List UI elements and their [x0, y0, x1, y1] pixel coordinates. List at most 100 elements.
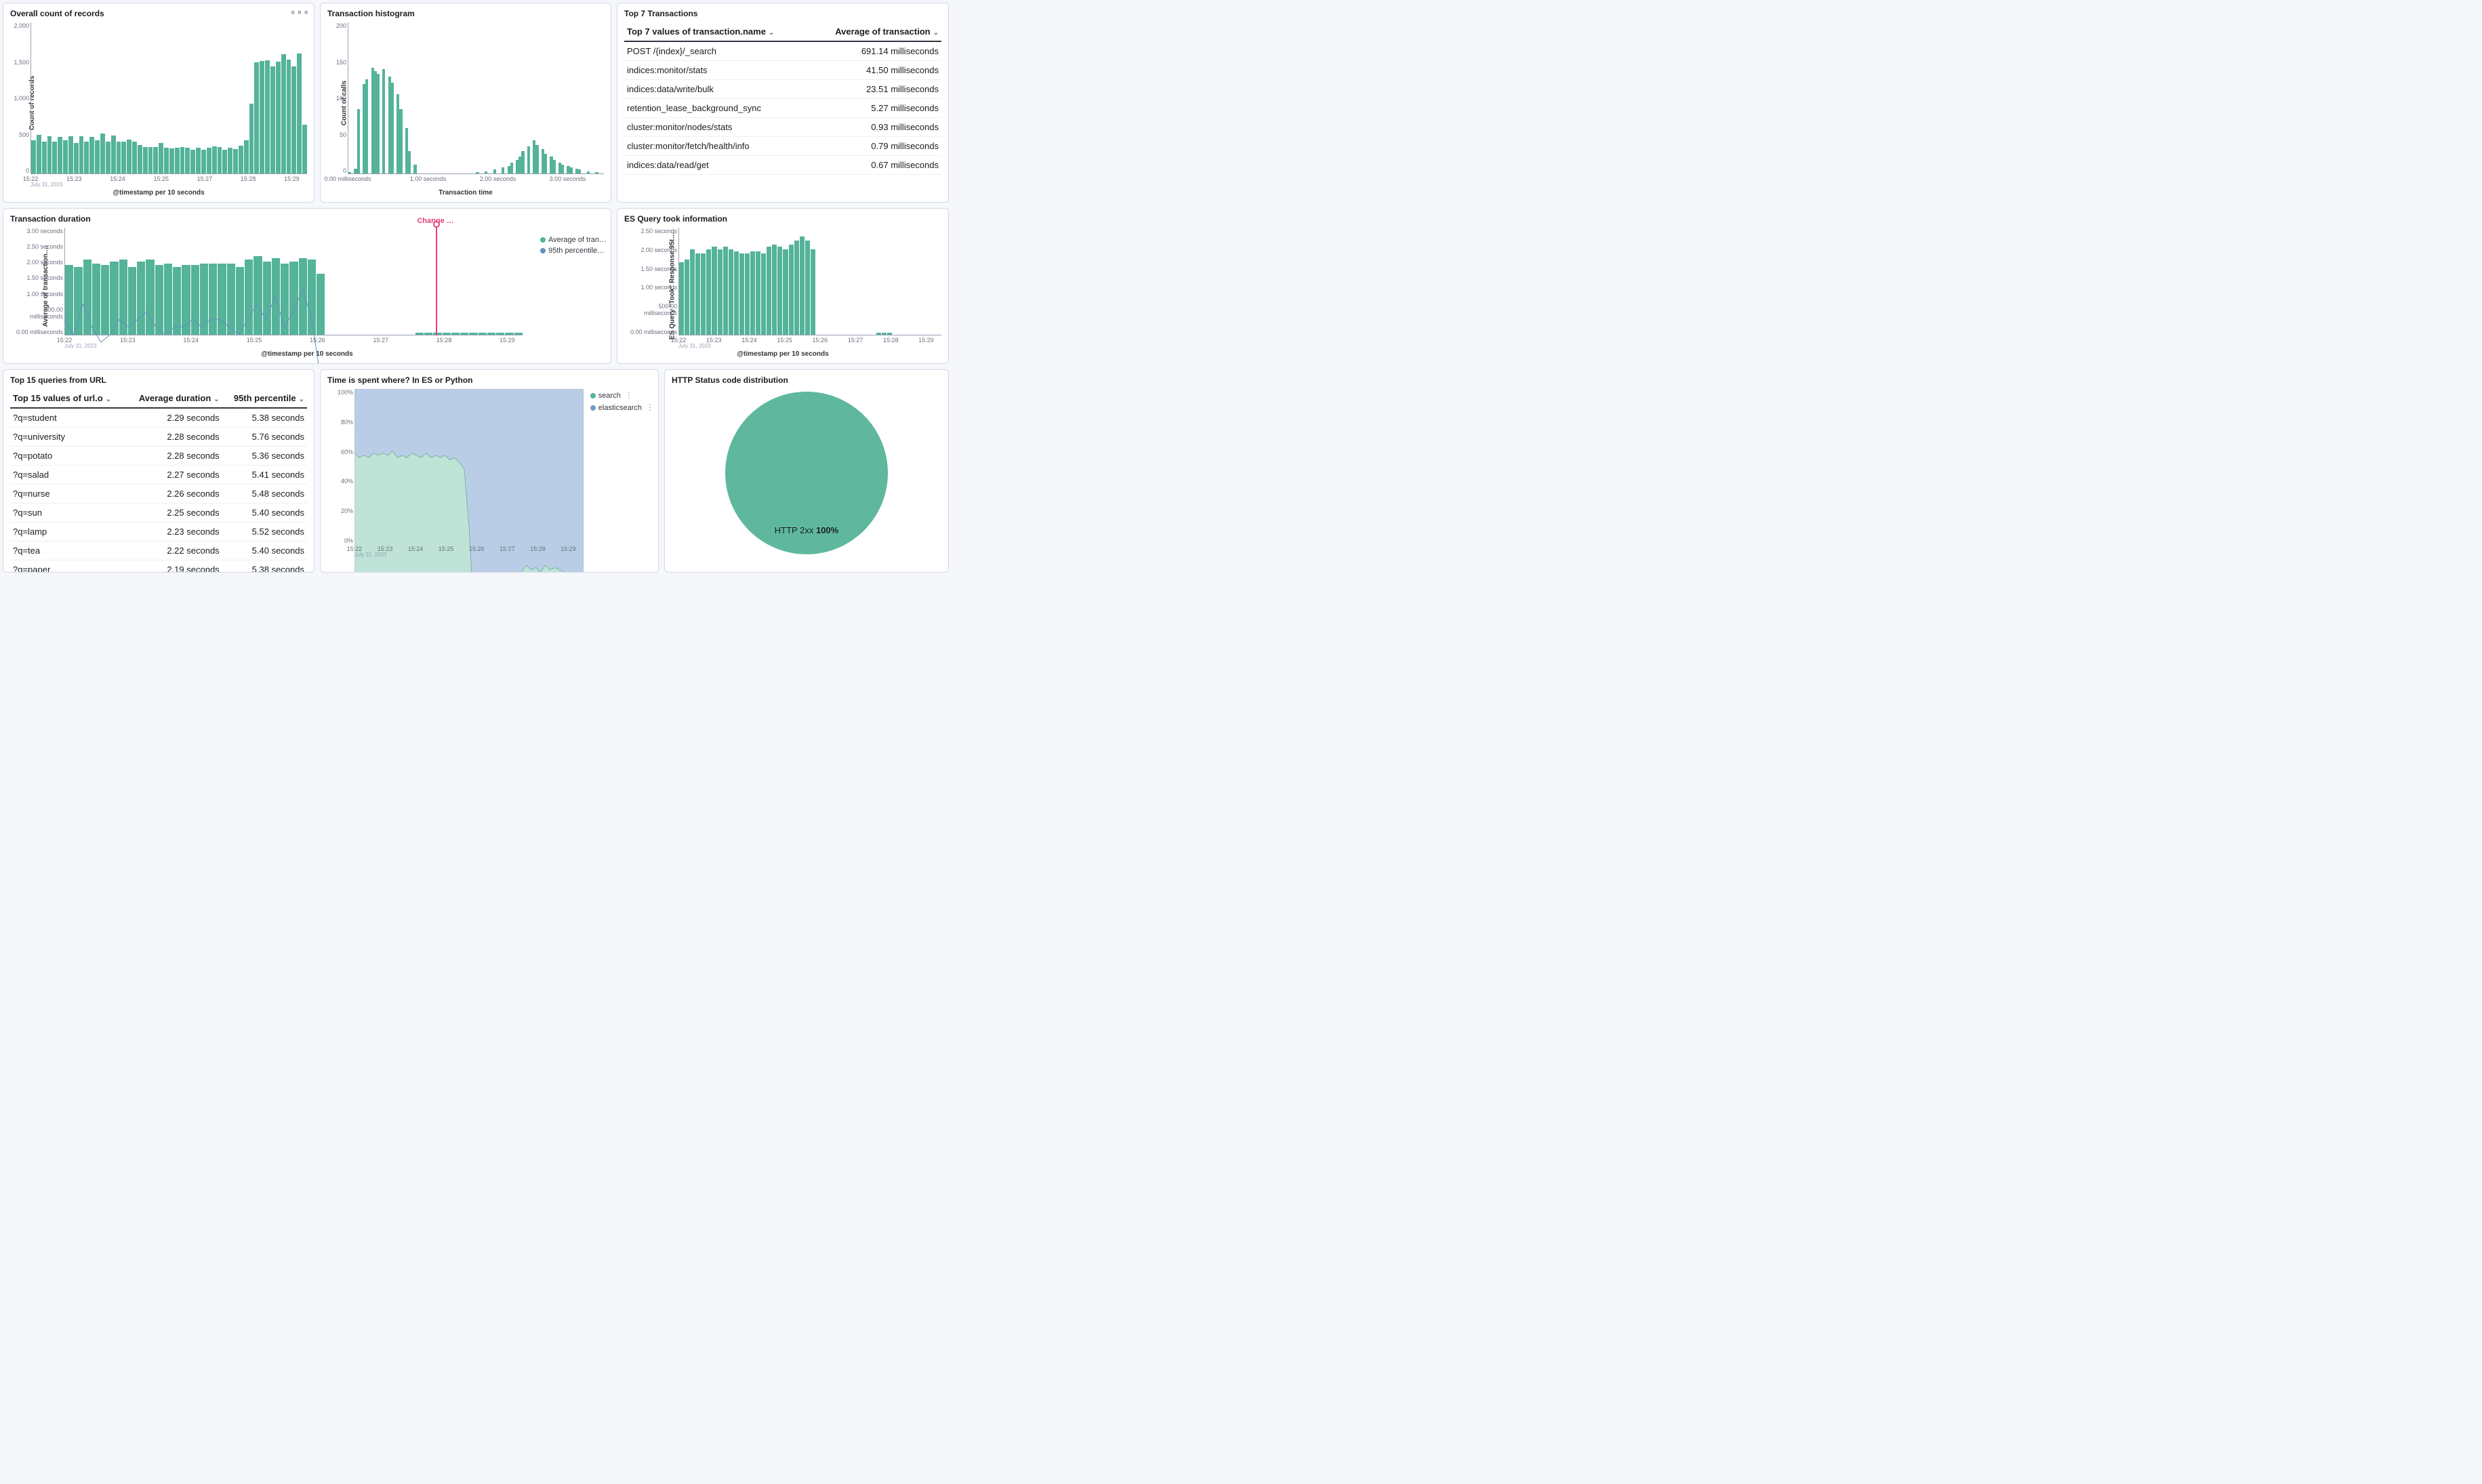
tick: 15:24 [183, 337, 199, 348]
col-transaction-name[interactable]: Top 7 values of transaction.name⌄ [624, 22, 809, 41]
table-row[interactable]: ?q=potato2.28 seconds5.36 seconds [10, 447, 307, 466]
x-axis-label: @timestamp per 10 seconds [624, 350, 941, 358]
bar [561, 165, 564, 173]
table-row[interactable]: ?q=student2.29 seconds5.38 seconds [10, 408, 307, 428]
bar [127, 140, 131, 173]
col-avg-duration[interactable]: Average duration⌄ [126, 389, 222, 408]
top15-panel: Top 15 queries from URL Top 15 values of… [3, 369, 314, 573]
bar [382, 69, 385, 173]
col-avg-transaction[interactable]: Average of transaction⌄ [809, 22, 941, 41]
tick: 40% [330, 478, 353, 485]
bar [510, 163, 513, 173]
duration-chart[interactable]: 3.00 seconds2.50 seconds2.00 seconds1.50… [64, 228, 523, 348]
bar [84, 142, 89, 173]
bar [712, 247, 716, 335]
panel-menu-icon[interactable]: ∘∘∘ [290, 6, 310, 18]
tick: 1,000 [12, 95, 29, 102]
panel-title: HTTP Status code distribution [672, 375, 941, 385]
col-95th[interactable]: 95th percentile⌄ [222, 389, 307, 408]
tick: 15:23 [120, 337, 136, 348]
http-pie[interactable]: HTTP 2xx 100% [725, 392, 888, 554]
table-row[interactable]: indices:data/read/get0.67 milliseconds [624, 156, 941, 175]
tick: 15:29 [918, 337, 934, 348]
bar [281, 54, 286, 173]
bar [47, 136, 52, 173]
cell: ?q=potato [10, 447, 126, 466]
bar [767, 247, 771, 335]
top7-panel: Top 7 Transactions Top 7 values of trans… [617, 3, 949, 203]
col-url[interactable]: Top 15 values of url.o⌄ [10, 389, 126, 408]
tick: 80% [330, 419, 353, 426]
bar [553, 160, 556, 173]
bar [729, 249, 733, 335]
table-row[interactable]: ?q=tea2.22 seconds5.40 seconds [10, 541, 307, 560]
table-row[interactable]: retention_lease_background_sync5.27 mill… [624, 99, 941, 118]
cell: ?q=paper [10, 560, 126, 573]
bar [348, 172, 351, 173]
table-row[interactable]: cluster:monitor/fetch/health/info0.79 mi… [624, 137, 941, 156]
cell: 2.27 seconds [126, 466, 222, 485]
bar [153, 147, 158, 173]
cell: ?q=salad [10, 466, 126, 485]
table-row[interactable]: ?q=nurse2.26 seconds5.48 seconds [10, 485, 307, 503]
cell: ?q=sun [10, 503, 126, 522]
histogram-panel: Transaction histogram Count of calls 200… [320, 3, 611, 203]
cell: 23.51 milliseconds [809, 80, 941, 99]
legend-menu-icon[interactable]: ⋮ [625, 390, 633, 400]
bar [249, 104, 254, 173]
legend-item[interactable]: elasticsearch⋮ [590, 403, 654, 412]
bar [502, 167, 504, 173]
table-row[interactable]: POST /{index}/_search691.14 milliseconds [624, 41, 941, 61]
panel-title: ES Query took information [624, 214, 941, 224]
cell: ?q=nurse [10, 485, 126, 503]
table-row[interactable]: ?q=salad2.27 seconds5.41 seconds [10, 466, 307, 485]
bar [690, 249, 695, 335]
tick: 1.00 seconds [626, 284, 677, 291]
table-row[interactable]: ?q=sun2.25 seconds5.40 seconds [10, 503, 307, 522]
http-panel: HTTP Status code distribution HTTP 2xx 1… [664, 369, 949, 573]
date-note: July 31, 2023 [354, 552, 387, 558]
bar [37, 135, 41, 173]
legend-item[interactable]: 95th percentile… [540, 247, 607, 255]
table-row[interactable]: indices:data/write/bulk23.51 millisecond… [624, 80, 941, 99]
table-row[interactable]: ?q=paper2.19 seconds5.38 seconds [10, 560, 307, 573]
bar [783, 249, 788, 335]
bar [718, 249, 723, 335]
bar [485, 171, 487, 173]
bar [270, 66, 275, 173]
tick: 15:25 [247, 337, 262, 348]
bar [42, 142, 47, 173]
panel-title: Top 7 Transactions [624, 9, 941, 18]
timespent-chart[interactable]: 100%80%60%40%20%0% 15:2215:2315:2415:251… [354, 389, 584, 556]
cell: 2.22 seconds [126, 541, 222, 560]
histogram-chart[interactable]: 200150100500 0.00 milliseconds1.00 secon… [348, 22, 604, 186]
cell: cluster:monitor/fetch/health/info [624, 137, 809, 156]
bar [95, 140, 100, 173]
tick: 150 [329, 59, 346, 66]
bar [695, 253, 700, 335]
bar [265, 60, 270, 173]
table-row[interactable]: cluster:monitor/nodes/stats0.93 millisec… [624, 118, 941, 137]
bar [679, 262, 684, 335]
bar [164, 148, 169, 173]
bar [811, 249, 815, 335]
records-chart[interactable]: 2,0001,5001,0005000 15:2215:2315:2415:25… [30, 22, 307, 186]
table-row[interactable]: ?q=lamp2.23 seconds5.52 seconds [10, 522, 307, 541]
table-row[interactable]: ?q=university2.28 seconds5.76 seconds [10, 428, 307, 447]
bar [399, 109, 402, 173]
legend-menu-icon[interactable]: ⋮ [646, 403, 654, 412]
cell: 5.27 milliseconds [809, 99, 941, 118]
tick: 0% [330, 537, 353, 544]
table-row[interactable]: indices:monitor/stats41.50 milliseconds [624, 61, 941, 80]
legend-item[interactable]: search⋮ [590, 390, 654, 400]
tick: 100 [329, 95, 346, 102]
tick: 2.00 seconds [480, 176, 516, 186]
cell: indices:data/read/get [624, 156, 809, 175]
es-took-chart[interactable]: 2.50 seconds2.00 seconds1.50 seconds1.00… [678, 228, 941, 348]
legend-item[interactable]: Average of tran… [540, 236, 607, 244]
bar [201, 150, 206, 173]
bar [260, 61, 264, 173]
top7-table: Top 7 values of transaction.name⌄ Averag… [624, 22, 941, 175]
bar [391, 83, 394, 173]
bar [89, 137, 94, 173]
